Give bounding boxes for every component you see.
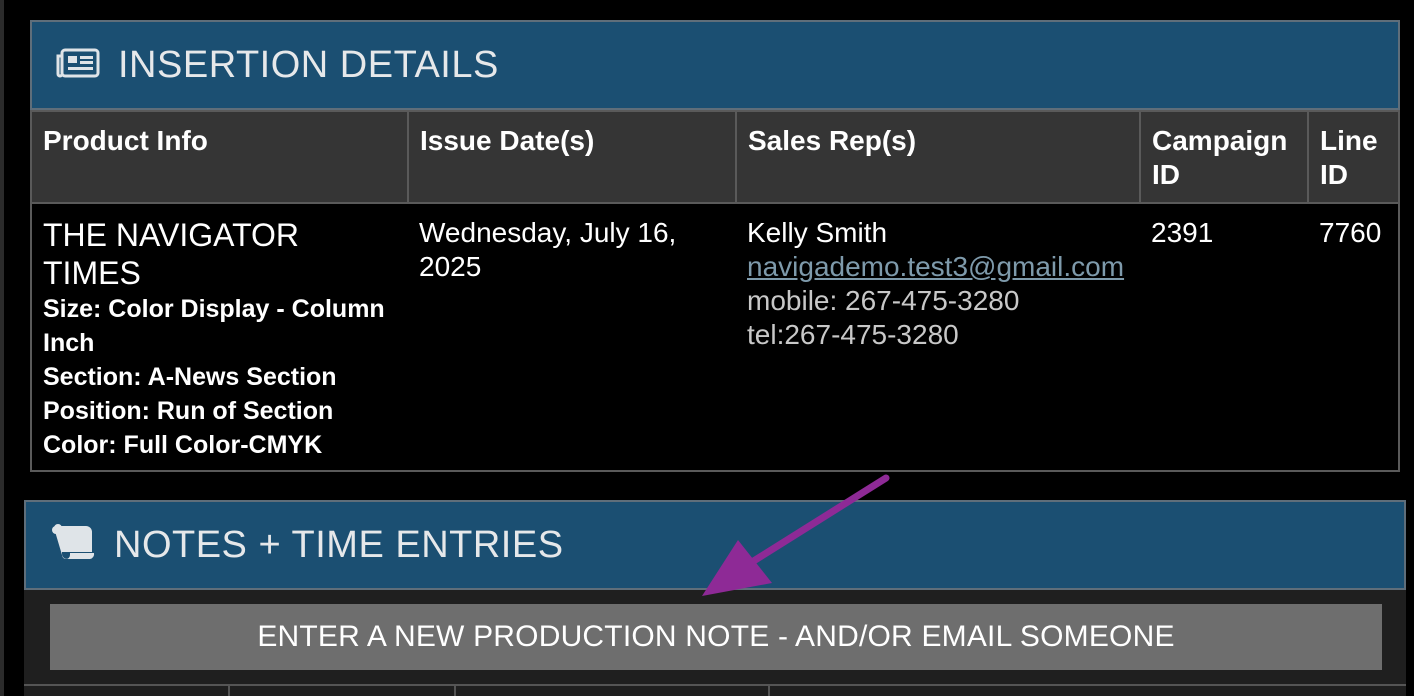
notes-table-column — [24, 686, 230, 696]
page: INSERTION DETAILS Product Info Issue Dat… — [0, 0, 1414, 696]
product-color: Color: Full Color-CMYK — [43, 431, 323, 459]
table-row: THE NAVIGATOR TIMES Size: Color Display … — [30, 203, 1400, 472]
column-header-product-info: Product Info — [30, 110, 409, 204]
notes-table-column — [230, 686, 456, 696]
sales-rep-tel: tel:267-475-3280 — [747, 319, 959, 350]
notes-table-header — [24, 684, 1406, 696]
line-id: 7760 — [1319, 217, 1382, 248]
column-header-issue-dates: Issue Date(s) — [407, 110, 737, 204]
insertion-details-header: INSERTION DETAILS — [30, 20, 1400, 110]
table-header-row: Product Info Issue Date(s) Sales Rep(s) … — [30, 110, 1400, 204]
insertion-table: Product Info Issue Date(s) Sales Rep(s) … — [30, 110, 1400, 472]
new-production-note-button[interactable]: ENTER A NEW PRODUCTION NOTE - AND/OR EMA… — [50, 604, 1382, 670]
newspaper-icon — [56, 48, 100, 83]
product-size: Size: Color Display - Column Inch — [43, 295, 385, 357]
notes-header: NOTES + TIME ENTRIES — [24, 500, 1406, 590]
issue-date: Wednesday, July 16, 2025 — [419, 217, 677, 282]
column-header-campaign-id: Campaign ID — [1139, 110, 1309, 204]
column-header-sales-reps: Sales Rep(s) — [735, 110, 1141, 204]
insertion-details-title: INSERTION DETAILS — [118, 43, 499, 86]
sales-rep-email-link[interactable]: navigademo.test3@gmail.com — [747, 250, 1130, 284]
left-border — [0, 0, 4, 696]
product-section: Section: A-News Section — [43, 363, 337, 391]
sales-rep-mobile: mobile: 267-475-3280 — [747, 285, 1020, 316]
campaign-id-cell: 2391 — [1140, 203, 1308, 472]
sales-rep-name: Kelly Smith — [747, 217, 888, 248]
product-position: Position: Run of Section — [43, 397, 334, 425]
sales-rep-cell: Kelly Smith navigademo.test3@gmail.com m… — [736, 203, 1140, 472]
product-name: THE NAVIGATOR TIMES — [43, 217, 300, 291]
column-header-line-id: Line ID — [1307, 110, 1400, 204]
notes-title: NOTES + TIME ENTRIES — [114, 523, 564, 566]
campaign-id: 2391 — [1151, 217, 1214, 248]
line-id-cell: 7760 — [1308, 203, 1400, 472]
product-info-cell: THE NAVIGATOR TIMES Size: Color Display … — [30, 203, 408, 472]
notes-table-column — [456, 686, 770, 696]
issue-date-cell: Wednesday, July 16, 2025 — [408, 203, 736, 472]
scroll-icon — [50, 523, 96, 567]
